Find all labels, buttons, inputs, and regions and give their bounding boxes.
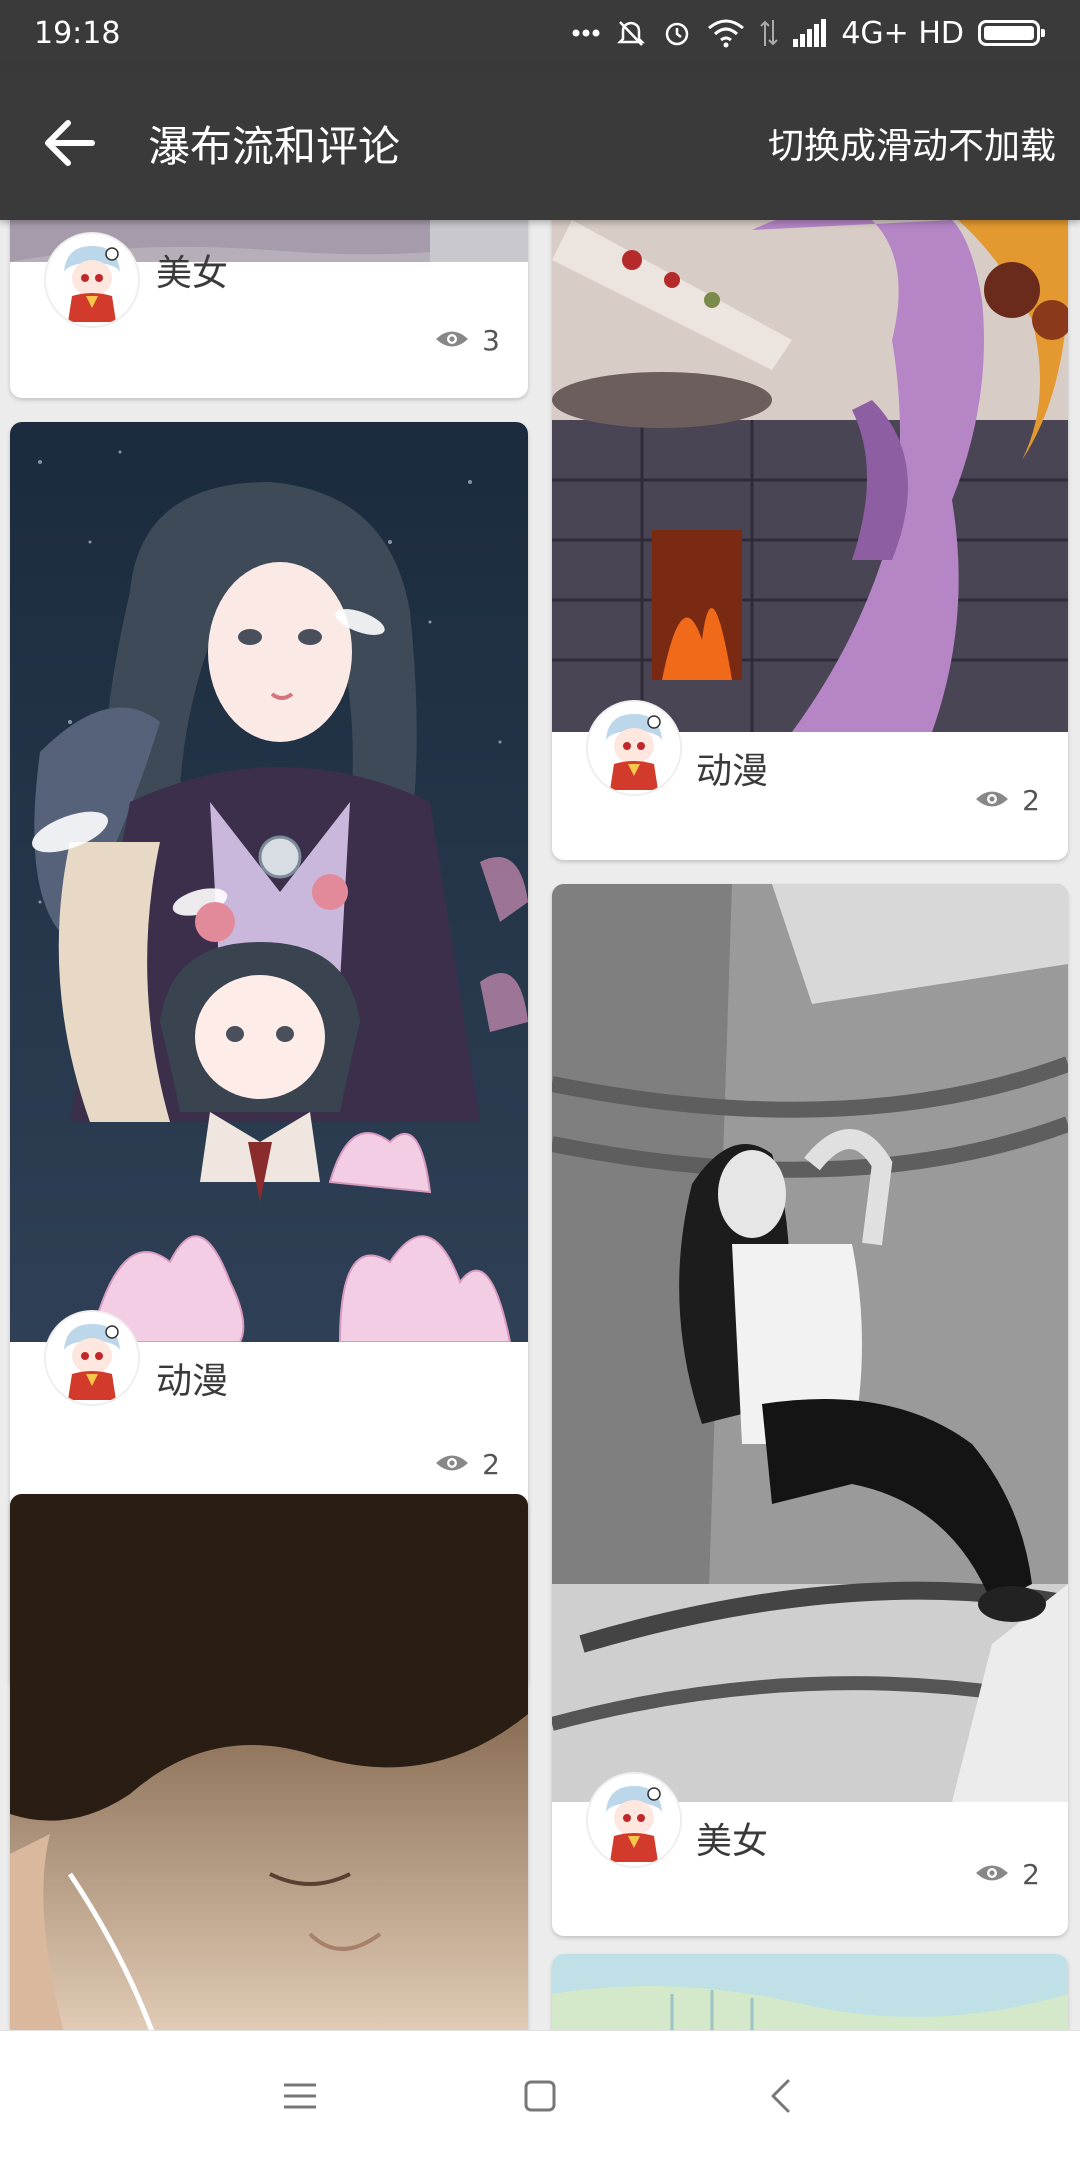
avatar[interactable] bbox=[44, 232, 140, 328]
card-image bbox=[10, 422, 528, 1343]
nav-bar bbox=[0, 2030, 1080, 2160]
feed-card[interactable]: 动漫 2 bbox=[552, 220, 1068, 860]
battery-icon bbox=[978, 20, 1045, 46]
signal-icon bbox=[793, 19, 827, 47]
alarm-icon bbox=[661, 17, 693, 49]
view-count-number: 2 bbox=[1022, 1858, 1040, 1891]
page-title: 瀑布流和评论 bbox=[148, 121, 401, 171]
view-count: 2 bbox=[974, 784, 1040, 817]
back-arrow-icon[interactable] bbox=[40, 113, 100, 173]
card-image bbox=[552, 884, 1068, 1802]
view-count-number: 3 bbox=[482, 324, 500, 357]
network-label: 4G+ HD bbox=[841, 15, 964, 51]
status-icons: 4G+ HD bbox=[571, 15, 1045, 51]
wifi-icon bbox=[707, 18, 745, 48]
feed-card[interactable] bbox=[10, 1494, 528, 2030]
avatar[interactable] bbox=[44, 1310, 140, 1406]
eye-icon bbox=[974, 1858, 1010, 1891]
card-image bbox=[552, 220, 1068, 732]
status-time: 19:18 bbox=[34, 15, 121, 51]
status-bar: 19:18 4G+ HD bbox=[0, 0, 1080, 66]
eye-icon bbox=[434, 1448, 470, 1481]
avatar[interactable] bbox=[586, 1772, 682, 1868]
avatar[interactable] bbox=[586, 700, 682, 796]
view-count: 2 bbox=[434, 1448, 500, 1481]
feed-card[interactable]: 美女 2 bbox=[552, 884, 1068, 1936]
eye-icon bbox=[974, 784, 1010, 817]
eye-icon bbox=[434, 324, 470, 357]
card-image bbox=[552, 1954, 1068, 2030]
toolbar: 瀑布流和评论 切换成滑动不加载 bbox=[0, 66, 1080, 220]
feed-card[interactable]: 美女 3 bbox=[10, 220, 528, 398]
card-tag: 动漫 bbox=[156, 1361, 229, 1402]
home-icon[interactable] bbox=[510, 2066, 570, 2126]
view-count: 2 bbox=[974, 1858, 1040, 1891]
more-dots-icon bbox=[571, 28, 601, 38]
view-count-number: 2 bbox=[1022, 784, 1040, 817]
waterfall-feed[interactable]: 美女 3 动漫 2 动漫 2 美女 2 bbox=[0, 220, 1080, 2030]
card-image bbox=[10, 1494, 528, 2030]
menu-icon[interactable] bbox=[270, 2066, 330, 2126]
card-tag: 美女 bbox=[696, 1821, 769, 1862]
feed-card[interactable] bbox=[552, 1954, 1068, 2030]
back-icon[interactable] bbox=[750, 2066, 810, 2126]
view-count: 3 bbox=[434, 324, 500, 357]
card-tag: 动漫 bbox=[696, 751, 769, 792]
switch-mode-button[interactable]: 切换成滑动不加载 bbox=[768, 117, 1056, 169]
data-arrows-icon bbox=[759, 18, 779, 48]
mute-icon bbox=[615, 17, 647, 49]
view-count-number: 2 bbox=[482, 1448, 500, 1481]
card-tag: 美女 bbox=[156, 253, 229, 294]
